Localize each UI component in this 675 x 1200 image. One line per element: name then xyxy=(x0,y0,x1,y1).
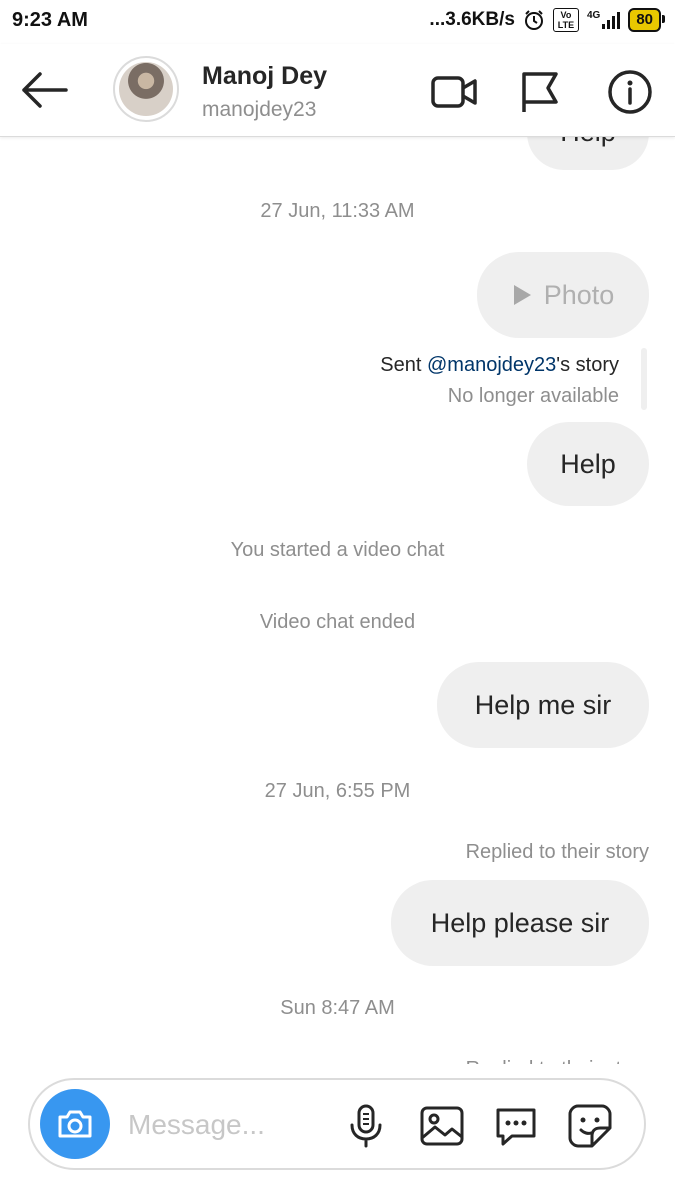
timestamp: Sun 8:47 AM xyxy=(280,997,395,1019)
contact-name[interactable]: Manoj Dey xyxy=(202,62,327,91)
message-text: Help me sir xyxy=(474,689,612,720)
story-suffix: 's story xyxy=(556,354,619,376)
status-time: 9:23 AM xyxy=(12,9,88,31)
contact-username[interactable]: manojdey23 xyxy=(202,98,316,122)
message-bubble[interactable]: Help xyxy=(527,422,649,506)
status-bar: 9:23 AM ...3.6KB/s Vo LTE 4G 80 xyxy=(0,0,675,44)
message-bubble[interactable]: Help please sir xyxy=(391,880,649,966)
photo-label: Photo xyxy=(543,279,615,310)
video-call-icon[interactable] xyxy=(430,68,478,116)
message-bubble[interactable]: Help me sir xyxy=(437,662,649,748)
video-chat-started-notice: You started a video chat xyxy=(230,539,445,561)
story-reply-bar xyxy=(641,348,647,410)
sticker-icon[interactable] xyxy=(566,1102,614,1150)
volte-badge: Vo LTE xyxy=(552,8,579,32)
battery-indicator: 80 xyxy=(628,8,665,32)
replied-story-label: Replied to their story xyxy=(465,841,649,863)
photo-message-bubble[interactable]: Photo xyxy=(477,252,649,338)
flag-icon[interactable] xyxy=(516,68,564,116)
message-composer xyxy=(28,1078,646,1170)
net-speed: ...3.6KB/s xyxy=(429,9,515,30)
back-arrow-icon[interactable] xyxy=(18,66,70,114)
story-prefix: Sent xyxy=(380,354,427,376)
play-icon xyxy=(513,285,531,305)
avatar[interactable] xyxy=(113,56,179,122)
network-type: 4G xyxy=(586,10,601,21)
camera-icon xyxy=(58,1110,92,1138)
status-icons: ...3.6KB/s Vo LTE 4G 80 xyxy=(429,8,665,32)
info-icon[interactable] xyxy=(606,68,654,116)
message-text: Help xyxy=(560,448,616,479)
gallery-icon[interactable] xyxy=(418,1102,466,1150)
chat-header: Manoj Dey manojdey23 xyxy=(0,44,675,137)
camera-button[interactable] xyxy=(40,1089,110,1159)
signal-bars-icon xyxy=(602,11,621,29)
story-shared-label[interactable]: Sent @manojdey23's story xyxy=(380,354,619,377)
story-unavailable: No longer available xyxy=(447,385,619,407)
video-chat-ended-notice: Video chat ended xyxy=(259,611,416,633)
timestamp: 27 Jun, 6:55 PM xyxy=(264,780,411,802)
signal-strength: 4G xyxy=(586,10,621,29)
avatar-image xyxy=(119,62,173,116)
alarm-icon xyxy=(524,10,543,30)
chat-bubble-icon[interactable] xyxy=(492,1102,540,1150)
timestamp: 27 Jun, 11:33 AM xyxy=(260,200,415,222)
story-mention-link[interactable]: @manojdey23 xyxy=(427,354,556,376)
microphone-icon[interactable] xyxy=(342,1102,390,1150)
message-text: Help please sir xyxy=(430,907,610,938)
message-input[interactable] xyxy=(126,1104,330,1146)
